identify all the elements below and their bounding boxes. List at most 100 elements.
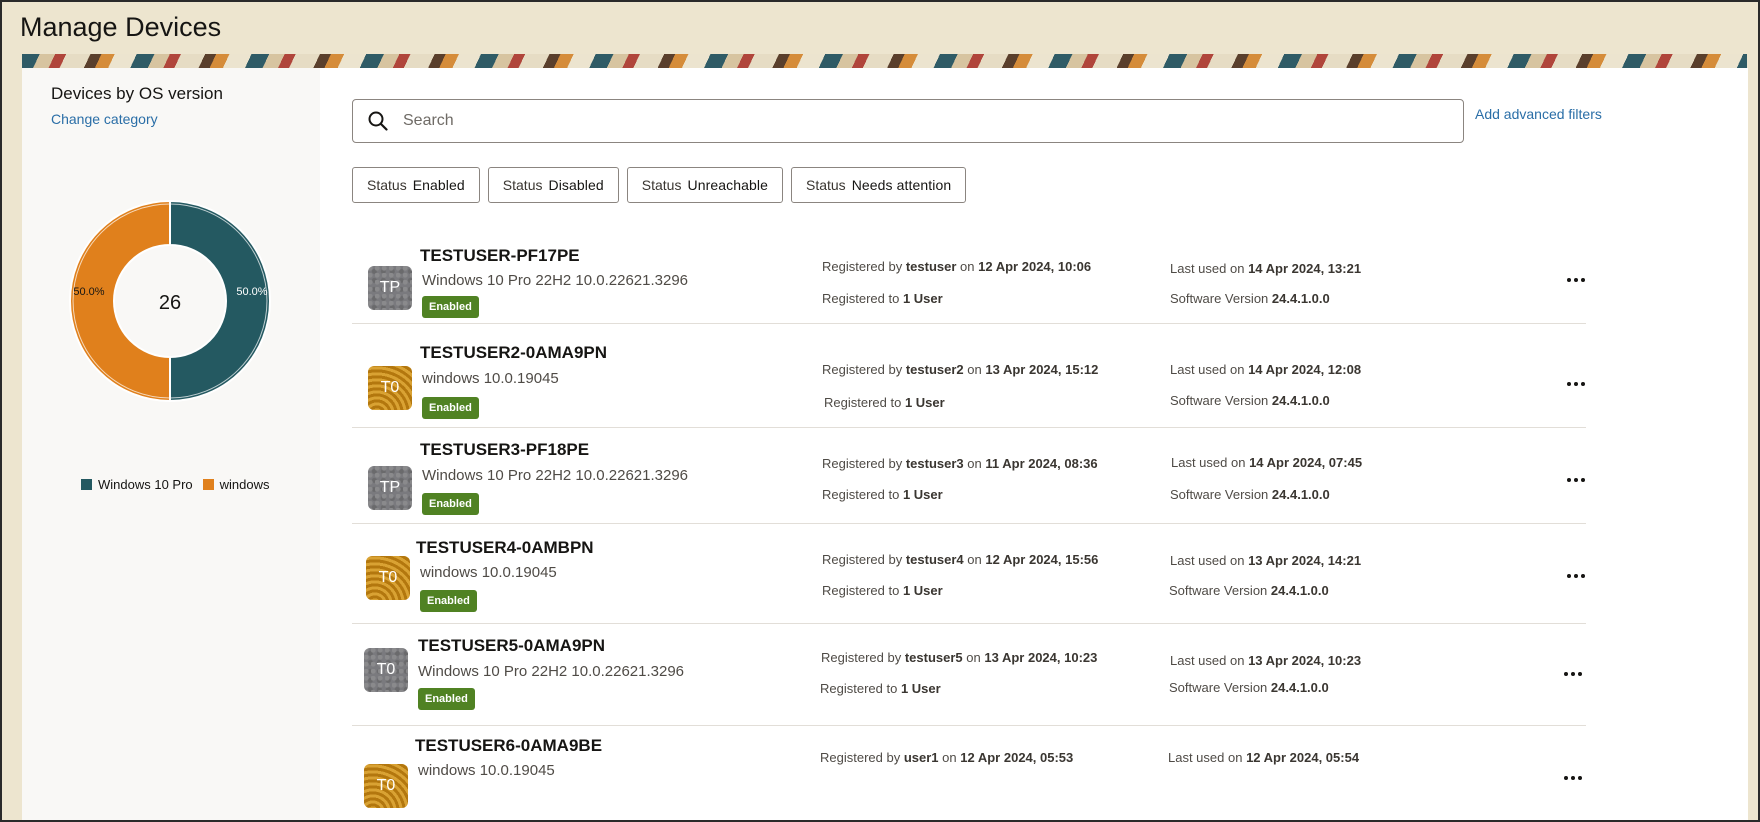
last-used: Last used on 12 Apr 2024, 05:54: [1168, 750, 1359, 765]
software-version: Software Version 24.4.1.0.0: [1170, 487, 1330, 502]
label: Last used on: [1171, 455, 1246, 470]
registered-to: Registered to 1 User: [822, 487, 943, 502]
label: Software Version: [1169, 583, 1268, 598]
device-name[interactable]: TESTUSER5-0AMA9PN: [418, 636, 605, 656]
software-version-value: 24.4.1.0.0: [1270, 583, 1329, 598]
more-actions-icon[interactable]: [1561, 268, 1591, 292]
registered-by-user: testuser4: [905, 552, 964, 567]
device-name[interactable]: TESTUSER-PF17PE: [420, 246, 580, 266]
device-os: Windows 10 Pro 22H2 10.0.22621.3296: [422, 272, 689, 289]
label: on: [967, 456, 982, 471]
label: Registered by: [821, 650, 902, 665]
change-category-link[interactable]: Change category: [51, 111, 158, 127]
more-actions-icon[interactable]: [1561, 564, 1591, 588]
filter-chip-unreachable[interactable]: Status Unreachable: [626, 167, 783, 203]
donut-total-count: 26: [159, 292, 181, 314]
decorative-banner: [22, 54, 1747, 68]
page-title: Manage Devices: [20, 12, 222, 42]
registered-by: Registered by testuser3 on 11 Apr 2024, …: [822, 456, 1098, 471]
filter-chip-disabled[interactable]: Status Disabled: [487, 167, 619, 203]
device-os: Windows 10 Pro 22H2 10.0.22621.3296: [418, 663, 685, 680]
device-name[interactable]: TESTUSER2-0AMA9PN: [420, 343, 607, 363]
chip-value: Enabled: [412, 177, 465, 193]
registered-by: Registered by testuser on 12 Apr 2024, 1…: [822, 259, 1091, 274]
chip-key: Status: [367, 177, 407, 193]
label: on: [967, 362, 982, 377]
registered-to-value: 1 User: [900, 681, 941, 696]
add-advanced-filters-link[interactable]: Add advanced filters: [1475, 106, 1602, 122]
registered-date: 13 Apr 2024, 15:12: [985, 362, 1099, 377]
legend-item-windows[interactable]: windows: [202, 477, 270, 492]
search-bar[interactable]: [352, 99, 1464, 143]
device-row[interactable]: TP TESTUSER3-PF18PE Windows 10 Pro 22H2 …: [352, 428, 1586, 524]
last-used-date: 13 Apr 2024, 14:21: [1248, 553, 1362, 568]
label: on: [942, 750, 957, 765]
registered-to: Registered to 1 User: [822, 583, 943, 598]
last-used-date: 12 Apr 2024, 05:54: [1246, 750, 1360, 765]
registered-to-value: 1 User: [904, 395, 945, 410]
device-row[interactable]: T0 TESTUSER2-0AMA9PN windows 10.0.19045 …: [352, 324, 1586, 428]
software-version-value: 24.4.1.0.0: [1270, 680, 1329, 695]
label: Software Version: [1170, 487, 1269, 502]
status-badge: Enabled: [422, 493, 479, 515]
device-name[interactable]: TESTUSER3-PF18PE: [420, 440, 589, 460]
label: Last used on: [1170, 261, 1245, 276]
status-badge: Enabled: [420, 590, 477, 612]
filter-chip-needs-attention[interactable]: Status Needs attention: [790, 167, 967, 203]
device-row[interactable]: T0 TESTUSER5-0AMA9PN Windows 10 Pro 22H2…: [352, 624, 1586, 726]
last-used: Last used on 13 Apr 2024, 10:23: [1170, 653, 1361, 668]
registered-by-user: testuser2: [905, 362, 964, 377]
more-actions-icon[interactable]: [1558, 662, 1588, 686]
more-actions-icon[interactable]: [1561, 468, 1591, 492]
chip-value: Unreachable: [687, 177, 768, 193]
label: Registered to: [820, 681, 898, 696]
slice-label-windows-10-pro: 50.0%: [236, 286, 267, 298]
label: Last used on: [1170, 653, 1245, 668]
registered-by-user: testuser: [905, 259, 957, 274]
device-row[interactable]: T0 TESTUSER6-0AMA9BE windows 10.0.19045 …: [352, 726, 1588, 808]
registered-by: Registered by testuser5 on 13 Apr 2024, …: [821, 650, 1097, 665]
device-os: windows 10.0.19045: [418, 762, 555, 779]
device-os: windows 10.0.19045: [422, 370, 559, 387]
device-avatar: T0: [364, 764, 408, 808]
device-os: Windows 10 Pro 22H2 10.0.22621.3296: [422, 467, 689, 484]
label: Registered to: [824, 395, 902, 410]
chip-key: Status: [502, 177, 543, 193]
label: Registered by: [820, 750, 901, 765]
filter-chip-enabled[interactable]: Status Enabled: [352, 167, 480, 203]
device-avatar: TP: [368, 466, 412, 510]
legend-item-windows-10-pro[interactable]: Windows 10 Pro: [81, 477, 193, 492]
label: Registered by: [822, 552, 903, 567]
device-row[interactable]: T0 TESTUSER4-0AMBPN windows 10.0.19045 E…: [352, 524, 1586, 624]
label: Registered by: [822, 362, 903, 377]
label: Last used on: [1170, 362, 1245, 377]
more-actions-icon[interactable]: [1558, 766, 1588, 790]
more-actions-icon[interactable]: [1561, 372, 1591, 396]
device-row[interactable]: TP TESTUSER-PF17PE Windows 10 Pro 22H2 1…: [352, 232, 1586, 324]
software-version: Software Version 24.4.1.0.0: [1170, 291, 1330, 306]
registered-date: 12 Apr 2024, 10:06: [978, 259, 1092, 274]
search-input[interactable]: [403, 112, 1463, 130]
app-window: Manage Devices Devices by OS version Cha…: [0, 0, 1760, 822]
chart-legend: Windows 10 Pro windows: [81, 477, 270, 492]
slice-label-windows: 50.0%: [73, 286, 104, 298]
donut-slice-windows-10-pro[interactable]: [169, 199, 271, 403]
last-used-date: 14 Apr 2024, 12:08: [1248, 362, 1362, 377]
registered-by-user: testuser3: [905, 456, 964, 471]
donut-slice-windows[interactable]: [69, 199, 171, 403]
software-version-value: 24.4.1.0.0: [1271, 393, 1330, 408]
label: Registered to: [822, 487, 900, 502]
last-used-date: 14 Apr 2024, 07:45: [1249, 455, 1363, 470]
filter-chips: Status Enabled Status Disabled Status Un…: [352, 167, 967, 203]
label: on: [967, 552, 982, 567]
chart-title: Devices by OS version: [51, 84, 223, 103]
device-name[interactable]: TESTUSER6-0AMA9BE: [415, 736, 602, 756]
label: Software Version: [1170, 291, 1269, 306]
registered-date: 12 Apr 2024, 15:56: [985, 552, 1099, 567]
software-version: Software Version 24.4.1.0.0: [1169, 583, 1329, 598]
device-avatar: T0: [368, 366, 412, 410]
content-panel: Devices by OS version Change category 26…: [22, 68, 1748, 820]
software-version-value: 24.4.1.0.0: [1271, 291, 1330, 306]
device-name[interactable]: TESTUSER4-0AMBPN: [416, 538, 594, 558]
label: Registered to: [822, 291, 900, 306]
